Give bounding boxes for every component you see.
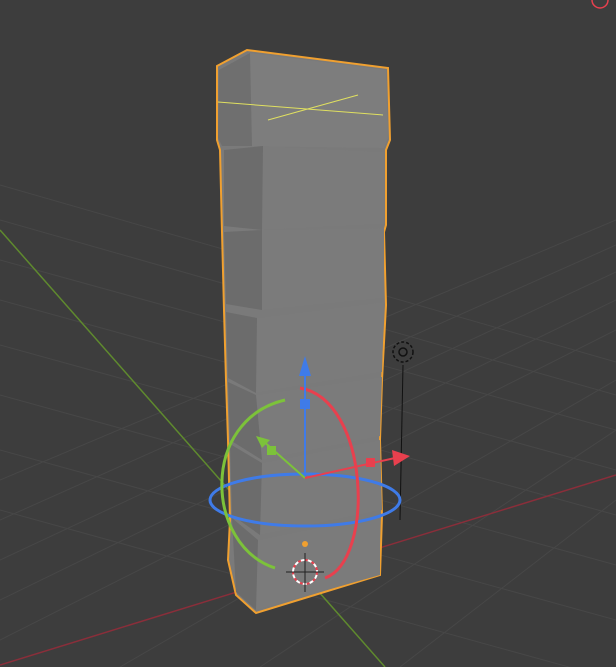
y-scale-handle[interactable] — [267, 446, 276, 455]
stacked-block-mesh[interactable] — [216, 48, 392, 615]
viewport-canvas[interactable] — [0, 0, 616, 667]
origin-dot — [302, 541, 308, 547]
x-scale-handle[interactable] — [366, 458, 375, 467]
block-2-side — [224, 146, 263, 230]
3d-viewport[interactable] — [0, 0, 616, 667]
block-3-side — [224, 230, 262, 310]
z-scale-handle[interactable] — [300, 399, 310, 409]
corner-indicator-icon — [591, 0, 609, 9]
